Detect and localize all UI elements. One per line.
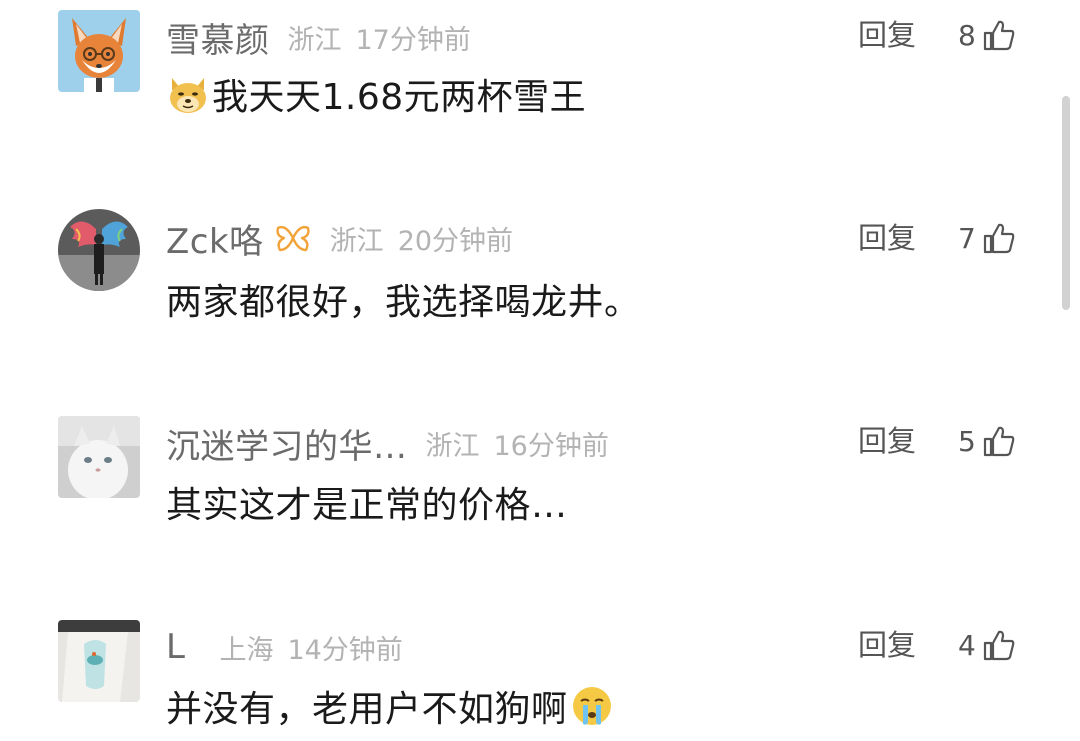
avatar[interactable] bbox=[58, 416, 140, 498]
username[interactable]: L bbox=[166, 627, 185, 667]
like-count: 4 bbox=[958, 628, 976, 662]
avatar[interactable] bbox=[58, 10, 140, 92]
timestamp: 14分钟前 bbox=[287, 634, 403, 666]
like-button[interactable]: 4 bbox=[958, 620, 1016, 670]
comment-text: 其实这才是正常的价格… bbox=[166, 485, 568, 526]
comment-item: Zck咯 浙江 20分钟前 回复 7 两家都很好，我选择喝龙井。 bbox=[0, 209, 1080, 333]
comment-text: 两家都很好，我选择喝龙井。 bbox=[166, 282, 641, 323]
comment-item: 沉迷学习的华… 浙江 16分钟前 回复 5 其实这才是正常的价格… bbox=[0, 416, 1080, 536]
like-button[interactable]: 7 bbox=[958, 213, 1016, 263]
username[interactable]: 雪慕颜 bbox=[166, 13, 270, 62]
location: 浙江 bbox=[287, 24, 342, 56]
like-count: 7 bbox=[958, 221, 976, 255]
comment-text-row: 并没有，老用户不如狗啊 bbox=[166, 678, 614, 734]
location: 浙江 bbox=[329, 225, 384, 257]
location: 上海 bbox=[219, 634, 274, 666]
thumbs-up-icon bbox=[982, 628, 1016, 662]
like-count: 8 bbox=[958, 18, 976, 52]
avatar[interactable] bbox=[58, 620, 140, 702]
comment-text-row: 我天天1.68元两杯雪王 bbox=[166, 66, 586, 122]
thumbs-up-icon bbox=[982, 221, 1016, 255]
thumbs-up-icon bbox=[982, 18, 1016, 52]
reply-button[interactable]: 回复 bbox=[858, 213, 916, 263]
timestamp: 20分钟前 bbox=[397, 225, 514, 257]
cat-avatar-image bbox=[58, 416, 140, 498]
like-button[interactable]: 8 bbox=[958, 10, 1016, 60]
fox-avatar-image bbox=[58, 10, 140, 92]
comment-text: 并没有，老用户不如狗啊 bbox=[166, 689, 568, 730]
avatar[interactable] bbox=[58, 209, 140, 291]
like-count: 5 bbox=[958, 424, 976, 458]
comment-text-row: 其实这才是正常的价格… bbox=[166, 474, 568, 530]
comment-meta: 雪慕颜 浙江 17分钟前 bbox=[166, 12, 471, 62]
cup-photo-avatar-image bbox=[58, 620, 140, 702]
crying-emoji-icon bbox=[570, 684, 614, 728]
comment-item: L 上海 14分钟前 回复 4 并没有，老用户不如狗啊 bbox=[0, 620, 1080, 740]
doge-emoji-icon bbox=[166, 72, 210, 116]
location: 浙江 bbox=[425, 430, 480, 462]
timestamp: 17分钟前 bbox=[355, 24, 471, 56]
scrollbar-thumb[interactable] bbox=[1062, 96, 1070, 310]
username[interactable]: 沉迷学习的华… bbox=[166, 419, 408, 468]
comment-text-row: 两家都很好，我选择喝龙井。 bbox=[166, 271, 641, 327]
wings-photo-avatar-image bbox=[58, 209, 140, 291]
thumbs-up-icon bbox=[982, 424, 1016, 458]
comment-text: 我天天1.68元两杯雪王 bbox=[212, 77, 587, 118]
comment-meta: 沉迷学习的华… 浙江 16分钟前 bbox=[166, 418, 609, 468]
username[interactable]: Zck咯 bbox=[166, 214, 264, 263]
butterfly-vip-icon bbox=[274, 222, 312, 254]
timestamp: 16分钟前 bbox=[493, 430, 609, 462]
like-button[interactable]: 5 bbox=[958, 416, 1016, 466]
reply-button[interactable]: 回复 bbox=[858, 10, 916, 60]
comment-meta: Zck咯 浙江 20分钟前 bbox=[166, 213, 513, 263]
reply-button[interactable]: 回复 bbox=[858, 620, 916, 670]
reply-button[interactable]: 回复 bbox=[858, 416, 916, 466]
comment-item: 雪慕颜 浙江 17分钟前 回复 8 我天天1.68元两杯雪王 bbox=[0, 10, 1080, 130]
comment-meta: L 上海 14分钟前 bbox=[166, 622, 403, 672]
